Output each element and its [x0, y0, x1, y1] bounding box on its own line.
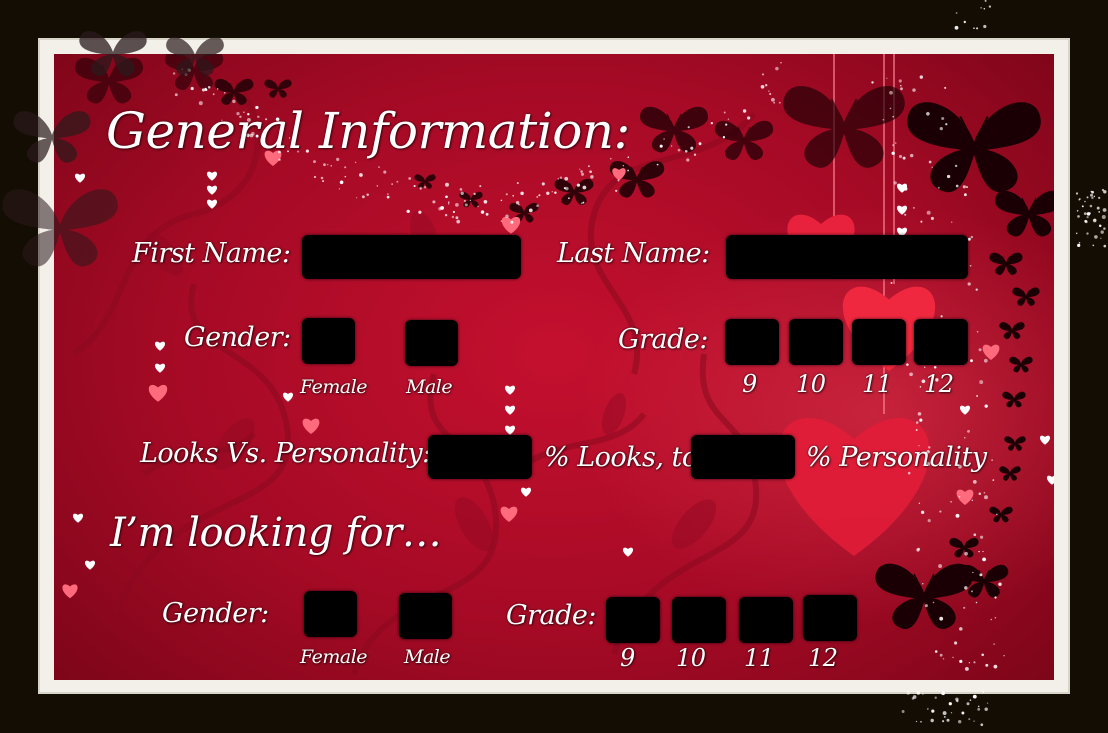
looking-for-grade-12-caption: 12 [808, 644, 838, 672]
gender-male-caption: Male [406, 376, 453, 398]
looks-suffix-text: % Looks, to [544, 442, 698, 473]
grade-10-caption: 10 [796, 370, 826, 398]
looking-for-male-checkbox[interactable] [399, 593, 452, 639]
grade-12-caption: 12 [924, 370, 954, 398]
last-name-field[interactable] [726, 235, 968, 279]
grade-9-checkbox[interactable] [725, 319, 779, 365]
looking-for-male-caption: Male [404, 646, 451, 668]
grade-11-caption: 11 [862, 370, 892, 398]
looking-for-grade-label: Grade: [506, 600, 596, 631]
looking-for-grade-10-caption: 10 [676, 644, 706, 672]
looking-for-female-caption: Female [300, 646, 368, 668]
grade-label: Grade: [618, 324, 708, 355]
first-name-label: First Name: [132, 238, 291, 269]
looking-for-gender-label: Gender: [162, 598, 269, 629]
looks-percent-field[interactable] [428, 435, 532, 479]
personality-percent-field[interactable] [691, 435, 795, 479]
looking-for-grade-12-checkbox[interactable] [803, 595, 857, 641]
last-name-label: Last Name: [557, 238, 710, 269]
gender-male-checkbox[interactable] [405, 320, 458, 366]
gender-female-checkbox[interactable] [302, 318, 355, 364]
grade-9-caption: 9 [742, 370, 757, 398]
gender-label: Gender: [184, 322, 291, 353]
looking-for-grade-10-checkbox[interactable] [672, 597, 726, 643]
looks-vs-personality-label: Looks Vs. Personality: [140, 438, 431, 469]
page-title: General Information: [106, 102, 630, 160]
looking-for-female-checkbox[interactable] [304, 591, 357, 637]
looking-for-grade-11-caption: 11 [744, 644, 774, 672]
form-card: General Information: First Name: Last Na… [54, 54, 1054, 680]
looking-for-grade-11-checkbox[interactable] [739, 597, 793, 643]
grade-10-checkbox[interactable] [789, 319, 843, 365]
grade-11-checkbox[interactable] [852, 319, 906, 365]
grade-12-checkbox[interactable] [914, 319, 968, 365]
looking-for-heading: I’m looking for… [110, 510, 442, 556]
looking-for-grade-9-caption: 9 [620, 644, 635, 672]
first-name-field[interactable] [302, 235, 521, 279]
looking-for-grade-9-checkbox[interactable] [606, 597, 660, 643]
gender-female-caption: Female [300, 376, 368, 398]
personality-suffix-text: % Personality [806, 442, 987, 473]
